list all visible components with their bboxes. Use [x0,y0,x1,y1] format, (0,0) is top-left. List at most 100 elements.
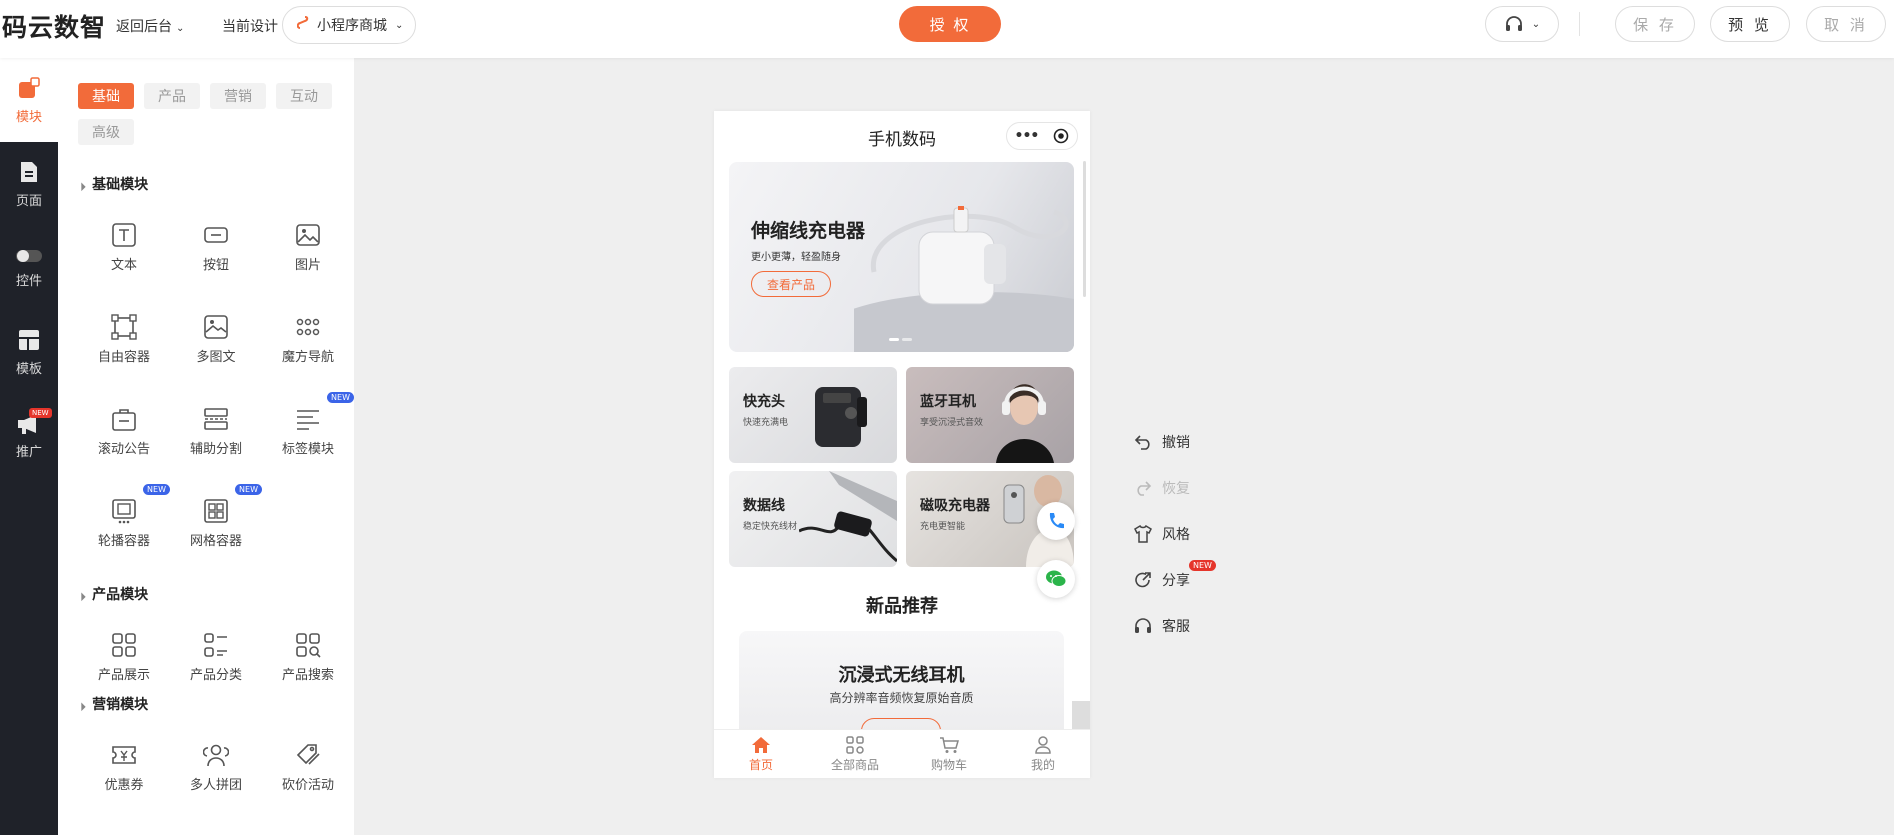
module-coupon[interactable]: 优惠券 [78,736,170,812]
chevron-down-icon: ⌄ [176,23,185,34]
top-bar: 码云数智 返回后台 ⌄ 当前设计 小程序商城 ⌄ 授 权 ⌄ 保 存 预 览 取 … [0,0,1894,58]
phone-call-button[interactable] [1037,502,1075,540]
section-title-basic[interactable]: ◢ 基础模块 [76,174,149,194]
tab-all-products[interactable]: 全部商品 [808,730,902,778]
module-carousel-container[interactable]: NEW 轮播容器 [78,484,170,568]
rail-item-modules[interactable]: 模块 [0,58,58,142]
tab-product[interactable]: 产品 [144,83,200,109]
page-icon [21,161,37,182]
action-label: 恢复 [1162,481,1190,497]
tab-label: 全部商品 [830,757,879,772]
support-dropdown[interactable]: ⌄ [1485,6,1559,42]
product-list-icon [204,633,227,657]
module-tag[interactable]: NEW 标签模块 [262,392,354,476]
rail-item-pages[interactable]: 页面 [0,142,58,226]
module-label: 产品搜索 [281,668,334,683]
category-card[interactable]: 蓝牙耳机 享受沉浸式音效 [906,367,1074,463]
cart-icon [940,736,959,753]
section-title-product[interactable]: ◢ 产品模块 [76,584,148,604]
module-scroll-notice[interactable]: 滚动公告 [78,400,170,476]
tab-label: 购物车 [930,757,967,772]
tab-basic[interactable]: 基础 [78,83,134,109]
card-title: 磁吸充电器 [920,498,990,514]
bottom-tabbar: 首页 全部商品 购物车 我的 [714,729,1090,778]
module-label: 标签模块 [281,442,334,457]
module-text[interactable]: 文本 [78,216,170,292]
authorize-button[interactable]: 授 权 [899,6,1001,42]
grid-dots-icon [296,318,320,336]
module-label: 砍价活动 [281,778,334,793]
module-divider[interactable]: 辅助分割 [170,400,262,476]
all-products-icon [846,735,864,754]
module-free-container[interactable]: 自由容器 [78,308,170,384]
module-grid-container[interactable]: NEW 网格容器 [170,484,262,568]
card-subtitle: 稳定快充线材 [743,522,798,532]
notice-icon [112,409,136,431]
back-to-admin-dropdown[interactable]: 返回后台 ⌄ [116,16,184,36]
module-label: 多人拼团 [189,778,242,793]
data-cable-image [799,471,897,563]
section-title-marketing[interactable]: ◢ 营销模块 [76,694,149,714]
module-product-display[interactable]: 产品展示 [78,626,170,702]
template-icon [19,329,39,350]
headset-icon [1505,16,1522,31]
rail-item-label: 控件 [15,273,42,289]
shirt-icon [1134,525,1152,543]
category-card[interactable]: 快充头 快速充满电 [729,367,897,463]
mini-program-capsule[interactable]: ••• [1006,122,1078,150]
module-label: 自由容器 [97,350,150,365]
rail-item-templates[interactable]: 模板 [0,310,58,394]
tab-label: 我的 [1030,757,1055,772]
action-label: 分享 [1162,573,1190,589]
mini-program-icon [296,16,309,34]
app-select[interactable]: 小程序商城 ⌄ [282,6,416,44]
rail-item-promotion[interactable]: NEW 推广 [0,394,58,478]
section-title-text: 基础模块 [92,177,149,193]
module-cube-nav[interactable]: 魔方导航 [262,308,354,384]
module-label: 产品展示 [97,668,150,683]
carousel-icon [112,499,136,524]
module-product-category[interactable]: 产品分类 [170,626,262,702]
module-label: 图片 [294,258,321,273]
module-bargain[interactable]: 砍价活动 [262,736,354,812]
tab-cart[interactable]: 购物车 [902,730,996,778]
redo-button[interactable]: 恢复 [1134,476,1234,500]
view-product-button[interactable]: 查看产品 [751,271,831,297]
preview-button[interactable]: 预 览 [1710,6,1790,42]
scrollbar[interactable] [1083,161,1086,297]
module-multi-image[interactable]: 多图文 [170,308,262,384]
module-label: 按钮 [202,258,229,273]
category-card[interactable]: 数据线 稳定快充线材 [729,471,897,567]
undo-button[interactable]: 撤销 [1134,430,1234,454]
customer-service-button[interactable]: 客服 [1134,614,1234,638]
carousel-dot[interactable] [889,338,899,341]
share-button[interactable]: 分享 NEW [1134,560,1234,592]
action-label: 客服 [1162,619,1190,635]
more-icon: ••• [1014,128,1040,144]
carousel-dot[interactable] [902,338,912,341]
section-title-text: 营销模块 [92,697,149,713]
rail-item-controls[interactable]: 控件 [0,226,58,310]
text-icon [112,223,136,247]
phone-preview: 手机数码 ••• 伸缩线充电器 更小更薄，轻盈随身 查看产品 快充头 快速充满电… [714,111,1090,778]
hero-banner[interactable]: 伸缩线充电器 更小更薄，轻盈随身 查看产品 [729,162,1074,352]
tab-interaction[interactable]: 互动 [276,83,332,109]
blocks-icon [19,76,40,98]
tab-mine[interactable]: 我的 [996,730,1090,778]
tab-home[interactable]: 首页 [714,730,808,778]
module-group-buy[interactable]: 多人拼团 [170,736,262,812]
divider-icon [204,408,228,430]
style-button[interactable]: 风格 [1134,522,1234,546]
module-label: 多图文 [196,350,236,365]
share-icon [1135,572,1151,588]
tab-advanced[interactable]: 高级 [78,119,134,145]
cancel-button[interactable]: 取 消 [1806,6,1886,42]
new-product-card[interactable]: 沉浸式无线耳机 高分辨率音频恢复原始音质 [739,631,1064,744]
carousel-dots [889,338,912,341]
save-button[interactable]: 保 存 [1615,6,1695,42]
headphones-model-image [996,384,1054,463]
module-product-search[interactable]: 产品搜索 [262,626,354,702]
module-image[interactable]: 图片 [262,216,354,292]
module-button[interactable]: 按钮 [170,216,262,292]
tab-marketing[interactable]: 营销 [210,83,266,109]
